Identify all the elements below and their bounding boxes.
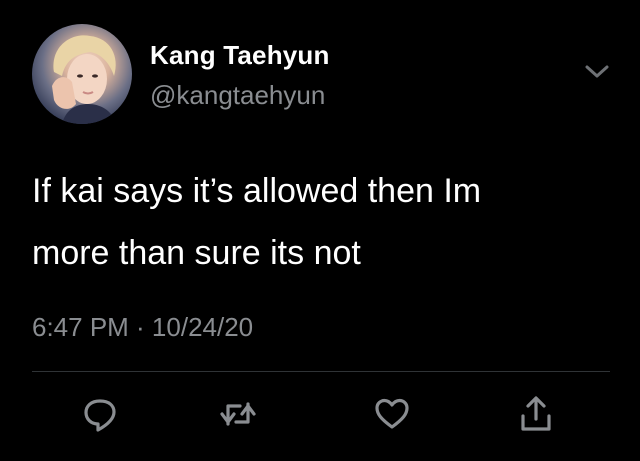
share-button[interactable] (516, 394, 556, 434)
reply-icon (84, 399, 116, 432)
author-handle[interactable]: @kangtaehyun (150, 80, 325, 111)
retweet-icon (220, 402, 256, 426)
avatar[interactable] (32, 24, 132, 124)
author-name[interactable]: Kang Taehyun (150, 40, 330, 71)
share-icon (521, 396, 551, 431)
heart-icon (375, 398, 409, 429)
tweet-card: Kang Taehyun @kangtaehyun If kai says it… (0, 0, 640, 461)
tweet-timestamp[interactable]: 6:47 PM · 10/24/20 (32, 312, 253, 343)
avatar-image (52, 35, 116, 124)
tweet-text-line: If kai says it’s allowed then Im (32, 172, 482, 210)
retweet-button[interactable] (218, 394, 258, 434)
tweet-text-line: more than sure its not (32, 234, 361, 272)
like-button[interactable] (372, 394, 412, 434)
divider (32, 371, 610, 372)
chevron-down-icon[interactable] (584, 62, 610, 82)
reply-button[interactable] (80, 394, 120, 434)
tweet-text: If kai says it’s allowed then Im more th… (32, 160, 612, 284)
